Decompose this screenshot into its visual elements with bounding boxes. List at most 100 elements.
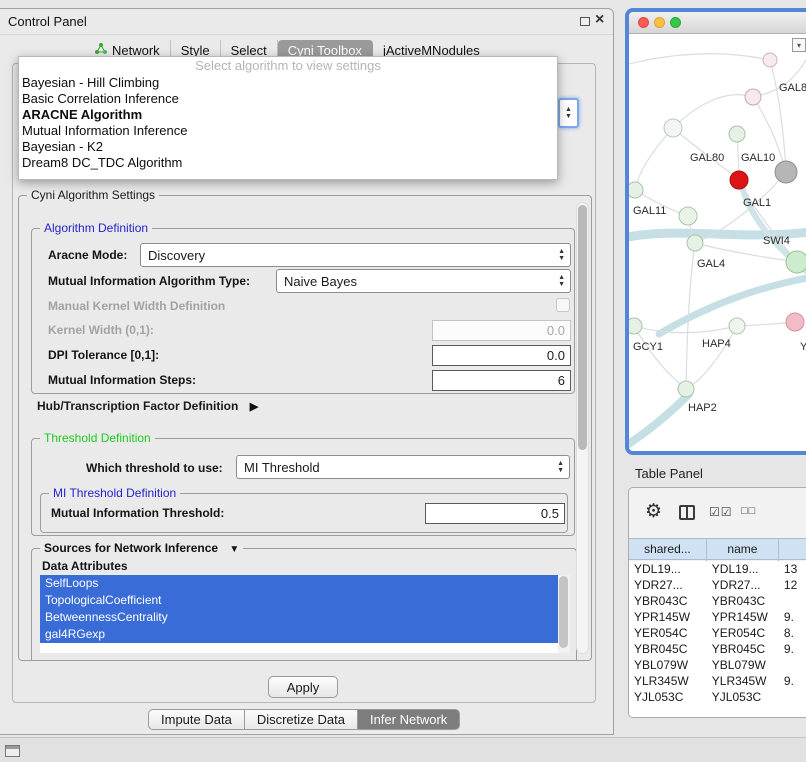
- scrollbar-thumb[interactable]: [578, 205, 587, 450]
- which-threshold-combobox[interactable]: MI Threshold ▲▼: [236, 455, 570, 479]
- network-edge[interactable]: [629, 394, 689, 451]
- network-node[interactable]: [775, 161, 797, 183]
- column-header-shared-[interactable]: shared...: [629, 539, 707, 561]
- sources-group-title[interactable]: Sources for Network Inference ▼: [40, 541, 243, 555]
- table-cell: YER054C: [629, 625, 707, 641]
- table-cell: YPR145W: [629, 609, 707, 625]
- mi-threshold-field[interactable]: 0.5: [425, 503, 565, 524]
- threshold-definition-title: Threshold Definition: [40, 431, 155, 445]
- network-node[interactable]: [629, 182, 643, 198]
- network-node[interactable]: [629, 318, 642, 334]
- attributes-scrollbar[interactable]: [558, 575, 570, 653]
- table-row[interactable]: YDL19...YDL19...13: [629, 561, 806, 577]
- table-cell: YDL19...: [629, 561, 707, 577]
- mi-type-label: Mutual Information Algorithm Type:: [48, 274, 250, 288]
- popup-item-bayesian-hill-climbing[interactable]: Bayesian - Hill Climbing: [19, 75, 557, 91]
- popup-item-mutual-information-inference[interactable]: Mutual Information Inference: [19, 123, 557, 139]
- table-row[interactable]: YJL053CYJL053C: [629, 689, 806, 705]
- column-header-name[interactable]: name: [707, 539, 779, 561]
- network-edge[interactable]: [634, 326, 737, 333]
- dpi-tolerance-label: DPI Tolerance [0,1]:: [48, 348, 159, 362]
- table-cell: YBL079W: [707, 657, 779, 673]
- table-cell: 9.: [779, 673, 806, 689]
- node-label-gal10: GAL10: [741, 152, 775, 164]
- apply-button[interactable]: Apply: [268, 676, 338, 698]
- network-edge[interactable]: [686, 327, 737, 389]
- popup-item-basic-correlation-inference[interactable]: Basic Correlation Inference: [19, 91, 557, 107]
- network-edge[interactable]: [673, 95, 753, 128]
- algorithm-definition-group: Algorithm Definition Aracne Mode: Discov…: [31, 228, 575, 394]
- select-columns-icon[interactable]: ☑☑: [709, 505, 733, 519]
- network-node[interactable]: [729, 126, 745, 142]
- control-panel-window: Control Panel × NetworkStyleSelectCyni T…: [0, 8, 614, 735]
- bottom-tab-discretize-data[interactable]: Discretize Data: [244, 709, 358, 730]
- manual-kernel-checkbox[interactable]: [556, 298, 570, 312]
- table-row[interactable]: YDR27...YDR27...12: [629, 577, 806, 593]
- popup-item-bayesian-k2[interactable]: Bayesian - K2: [19, 139, 557, 155]
- table-row[interactable]: YBR045CYBR045C9.: [629, 641, 806, 657]
- hidden-panel-icon[interactable]: [5, 745, 20, 757]
- expand-right-icon[interactable]: ▶: [250, 401, 258, 413]
- scrollbar-thumb[interactable]: [559, 576, 568, 648]
- table-row[interactable]: YLR345WYLR345W9.: [629, 673, 806, 689]
- attribute-item-selfloops[interactable]: SelfLoops: [40, 575, 558, 592]
- table-row[interactable]: YPR145WYPR145W9.: [629, 609, 806, 625]
- minimize-traffic-light-icon[interactable]: [654, 17, 665, 28]
- birdseye-button[interactable]: ▾: [792, 38, 806, 52]
- aracne-mode-combobox[interactable]: Discovery ▲▼: [140, 243, 571, 267]
- aracne-mode-value: Discovery: [148, 248, 205, 263]
- float-window-icon[interactable]: [580, 17, 590, 26]
- network-edge[interactable]: [629, 54, 770, 64]
- network-node[interactable]: [687, 235, 703, 251]
- kernel-width-field[interactable]: 0.0: [432, 320, 571, 341]
- mi-steps-field[interactable]: 6: [432, 370, 571, 391]
- close-traffic-light-icon[interactable]: [638, 17, 649, 28]
- deselect-columns-icon[interactable]: □□: [741, 505, 756, 517]
- hub-section-header[interactable]: Hub/Transcription Factor Definition ▶: [37, 399, 258, 413]
- bottom-tab-impute-data[interactable]: Impute Data: [148, 709, 245, 730]
- columns-icon[interactable]: [679, 505, 695, 520]
- column-header-2[interactable]: [779, 539, 806, 561]
- network-node[interactable]: [786, 251, 806, 273]
- network-node[interactable]: [679, 207, 697, 225]
- popup-item-aracne-algorithm[interactable]: ARACNE Algorithm: [19, 107, 557, 123]
- which-threshold-label: Which threshold to use:: [86, 461, 223, 475]
- network-window-titlebar: [629, 12, 806, 34]
- dpi-tolerance-field[interactable]: 0.0: [432, 345, 571, 366]
- sources-group: Sources for Network Inference ▼ Data Att…: [31, 548, 577, 660]
- mi-type-combobox[interactable]: Naive Bayes ▲▼: [276, 269, 571, 293]
- table-panel-window: ⚙ ☑☑ □□ shared...name YDL19...YDL19...13…: [628, 487, 806, 718]
- close-icon[interactable]: ×: [595, 11, 604, 29]
- mi-threshold-label: Mutual Information Threshold:: [51, 506, 224, 520]
- attribute-item-topologicalcoefficient[interactable]: TopologicalCoefficient: [40, 592, 558, 609]
- table-row[interactable]: YBL079WYBL079W: [629, 657, 806, 673]
- network-node[interactable]: [745, 89, 761, 105]
- settings-scrollbar[interactable]: [576, 202, 589, 654]
- network-canvas[interactable]: GAL8GAL80GAL10GAL11GAL1SWI4GAL4GCY1HAP4H…: [629, 34, 806, 451]
- zoom-traffic-light-icon[interactable]: [670, 17, 681, 28]
- attribute-item-gal4rgexp[interactable]: gal4RGexp: [40, 626, 558, 643]
- bottom-tab-infer-network[interactable]: Infer Network: [357, 709, 460, 730]
- combo-arrows-icon: ▲▼: [558, 274, 565, 288]
- table-cell: [779, 657, 806, 673]
- table-cell: YDR27...: [707, 577, 779, 593]
- network-node[interactable]: [763, 53, 777, 67]
- table-row[interactable]: YBR043CYBR043C: [629, 593, 806, 609]
- network-node[interactable]: [786, 313, 804, 331]
- gear-icon[interactable]: ⚙: [645, 500, 662, 523]
- network-node[interactable]: [664, 119, 682, 137]
- control-panel-title: Control Panel: [8, 14, 87, 29]
- collapse-down-icon[interactable]: ▼: [229, 544, 239, 555]
- table-cell: [779, 593, 806, 609]
- network-view-window: GAL8GAL80GAL10GAL11GAL1SWI4GAL4GCY1HAP4H…: [625, 8, 806, 455]
- attribute-item-betweennesscentrality[interactable]: BetweennessCentrality: [40, 609, 558, 626]
- network-node[interactable]: [729, 318, 745, 334]
- network-node[interactable]: [730, 171, 748, 189]
- popup-placeholder: Select algorithm to view settings: [19, 57, 557, 75]
- data-attributes-list[interactable]: SelfLoopsTopologicalCoefficientBetweenne…: [40, 575, 570, 653]
- network-edge[interactable]: [635, 128, 673, 189]
- algorithm-combobox-button[interactable]: ▲▼: [558, 98, 579, 128]
- table-row[interactable]: YER054CYER054C8.: [629, 625, 806, 641]
- network-node[interactable]: [678, 381, 694, 397]
- popup-item-dream8-dc-tdc-algorithm[interactable]: Dream8 DC_TDC Algorithm: [19, 155, 557, 171]
